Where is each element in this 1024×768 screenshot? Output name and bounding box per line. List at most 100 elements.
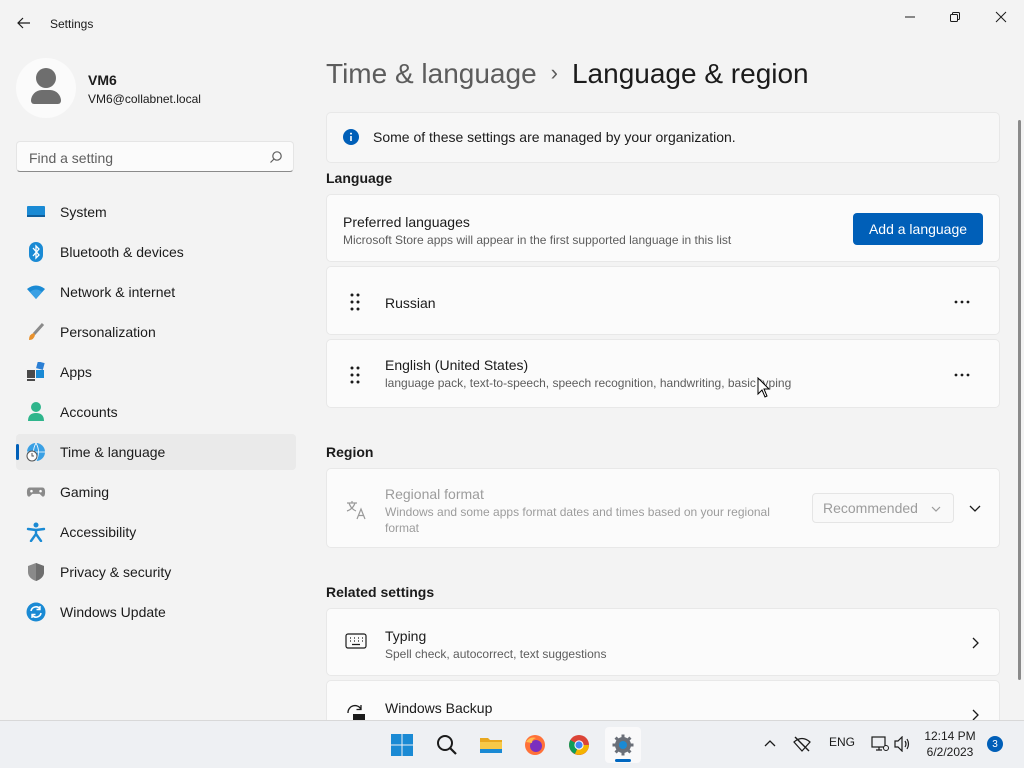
language-item-russian[interactable]: Russian: [326, 266, 1000, 335]
add-language-button[interactable]: Add a language: [853, 213, 983, 245]
regional-format-card[interactable]: Regional format Windows and some apps fo…: [326, 468, 1000, 548]
app-title: Settings: [50, 17, 94, 31]
back-arrow-icon: [17, 17, 30, 29]
sidebar-item-accounts[interactable]: Accounts: [16, 394, 296, 430]
preferred-languages-title: Preferred languages: [343, 214, 470, 230]
sidebar-item-personalization[interactable]: Personalization: [16, 314, 296, 350]
sidebar-item-label: Bluetooth & devices: [60, 244, 184, 260]
search-icon[interactable]: [269, 150, 283, 169]
shield-icon: [26, 562, 46, 582]
regional-format-dropdown[interactable]: Recommended: [812, 493, 954, 523]
brush-icon: [26, 322, 46, 342]
settings-taskbar-button[interactable]: [605, 727, 641, 763]
sidebar-item-label: Windows Update: [60, 604, 166, 620]
language-name: English (United States): [385, 357, 529, 373]
globe-clock-icon: [26, 442, 46, 462]
regional-format-subtitle: Windows and some apps format dates and t…: [385, 505, 770, 535]
section-related-heading: Related settings: [326, 584, 435, 600]
input-language-indicator[interactable]: ENG: [829, 735, 855, 749]
update-icon: [26, 602, 46, 622]
search-icon: [437, 735, 457, 755]
show-hidden-icons-button[interactable]: [763, 737, 777, 751]
firefox-button[interactable]: [517, 727, 553, 763]
accessibility-icon: [26, 522, 46, 542]
section-region-heading: Region: [326, 444, 374, 460]
language-features: language pack, text-to-speech, speech re…: [385, 376, 792, 390]
related-item-title: Typing: [385, 628, 427, 644]
more-options-icon[interactable]: [953, 293, 971, 311]
chrome-button[interactable]: [561, 727, 597, 763]
expand-chevron-icon[interactable]: [969, 503, 981, 513]
notification-badge[interactable]: 3: [987, 736, 1003, 752]
clock-time: 12:14 PM: [924, 729, 976, 743]
breadcrumb-parent[interactable]: Time & language: [326, 58, 537, 89]
main-content: Time & language › Language & region Some o…: [326, 0, 1000, 740]
start-button[interactable]: [384, 727, 420, 763]
drag-handle-icon[interactable]: [347, 292, 363, 312]
chevron-down-icon: [931, 506, 941, 512]
clock[interactable]: 12:14 PM 6/2/2023: [910, 728, 990, 760]
volume-button[interactable]: [893, 735, 911, 755]
network-status-button[interactable]: [793, 736, 811, 755]
folder-icon: [480, 738, 502, 753]
wifi-icon: [26, 282, 46, 302]
sidebar-item-privacy[interactable]: Privacy & security: [16, 554, 296, 590]
sidebar-item-label: Time & language: [60, 444, 166, 460]
more-options-icon[interactable]: [953, 366, 971, 384]
user-email: VM6@collabnet.local: [88, 92, 201, 106]
taskbar: ENG 12:14 PM 6/2/2023: [0, 720, 1024, 768]
avatar-body: [31, 90, 61, 104]
sidebar-item-network[interactable]: Network & internet: [16, 274, 296, 310]
language-name: Russian: [385, 295, 436, 311]
windows-logo-icon: [391, 734, 413, 756]
sidebar-item-apps[interactable]: Apps: [16, 354, 296, 390]
preferred-languages-card: Preferred languages Microsoft Store apps…: [326, 194, 1000, 262]
network-disconnected-icon: [793, 736, 811, 752]
apps-icon: [26, 362, 46, 382]
regional-format-icon: [346, 501, 366, 520]
sidebar-item-label: Apps: [60, 364, 92, 380]
monitor-icon: [26, 202, 46, 222]
sidebar-item-label: Accessibility: [60, 524, 137, 540]
avatar[interactable]: [16, 58, 76, 118]
info-banner-text: Some of these settings are managed by yo…: [373, 129, 736, 145]
dropdown-value: Recommended: [823, 500, 918, 516]
firefox-icon: [525, 735, 545, 755]
scrollbar[interactable]: [1018, 120, 1021, 680]
language-item-english[interactable]: English (United States) language pack, t…: [326, 339, 1000, 408]
search-box[interactable]: [16, 141, 294, 172]
related-item-title: Windows Backup: [385, 700, 493, 716]
taskbar-search-button[interactable]: [429, 727, 465, 763]
gear-icon: [612, 734, 634, 756]
chevron-right-icon: [972, 637, 979, 649]
page-title: Language & region: [571, 58, 809, 89]
person-icon: [26, 402, 46, 422]
back-button[interactable]: [14, 13, 34, 33]
breadcrumb: Time & language › Language & region: [326, 58, 809, 90]
drag-handle-icon[interactable]: [347, 365, 363, 385]
user-name: VM6: [88, 72, 117, 88]
keyboard-icon: [345, 633, 367, 649]
sidebar-item-label: Accounts: [60, 404, 118, 420]
bluetooth-icon: [26, 242, 46, 262]
sidebar-item-time-language[interactable]: Time & language: [16, 434, 296, 470]
related-item-typing[interactable]: Typing Spell check, autocorrect, text su…: [326, 608, 1000, 676]
speaker-icon: [894, 735, 910, 753]
related-item-subtitle: Spell check, autocorrect, text suggestio…: [385, 647, 607, 661]
sidebar-item-bluetooth[interactable]: Bluetooth & devices: [16, 234, 296, 270]
sidebar-item-gaming[interactable]: Gaming: [16, 474, 296, 510]
clock-date: 6/2/2023: [926, 745, 974, 759]
sidebar-item-accessibility[interactable]: Accessibility: [16, 514, 296, 550]
sidebar-item-label: Gaming: [60, 484, 110, 500]
display-icon-button[interactable]: [871, 736, 889, 755]
regional-format-title: Regional format: [385, 486, 484, 502]
info-icon: [343, 129, 359, 145]
sidebar-nav: System Bluetooth & devices Network & int…: [16, 194, 296, 634]
sidebar-item-windows-update[interactable]: Windows Update: [16, 594, 296, 630]
file-explorer-button[interactable]: [473, 727, 509, 763]
sidebar-item-label: Network & internet: [60, 284, 176, 300]
search-input[interactable]: [27, 147, 261, 169]
sidebar-item-system[interactable]: System: [16, 194, 296, 230]
sidebar-item-label: Privacy & security: [60, 564, 172, 580]
managed-info-banner: Some of these settings are managed by yo…: [326, 112, 1000, 163]
